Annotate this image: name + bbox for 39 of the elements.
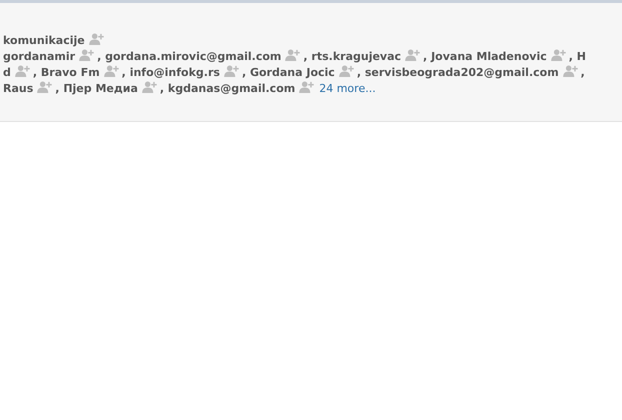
recipient-name: d xyxy=(3,66,11,79)
recipient-name: Bravo Fm xyxy=(40,66,100,79)
recipient-name: gordana.mirovic@gmail.com xyxy=(105,50,282,63)
comma-separator: , xyxy=(242,66,246,79)
recipient-name: gordanamir xyxy=(3,50,76,63)
add-contact-icon[interactable] xyxy=(142,81,158,93)
add-contact-icon[interactable] xyxy=(88,33,105,45)
comma-separator: , xyxy=(55,82,60,95)
add-contact-icon[interactable] xyxy=(285,49,302,61)
recipient-name: info@infokg.rs xyxy=(130,66,220,79)
add-contact-icon[interactable] xyxy=(224,65,240,77)
add-contact-icon[interactable] xyxy=(338,65,355,77)
recipient-name: komunikacije xyxy=(3,34,85,47)
comma-separator: , xyxy=(97,50,102,63)
comma-separator: , xyxy=(580,66,585,79)
add-contact-icon[interactable] xyxy=(550,49,567,61)
comma-separator: , xyxy=(32,66,38,79)
add-contact-icon[interactable] xyxy=(104,65,120,77)
recipient-name: Пјер Медиа xyxy=(63,82,138,95)
comma-separator: , xyxy=(568,50,573,63)
recipient-name: rts.kragujevac xyxy=(311,50,402,63)
recipient-name: Jovana Mladenovic xyxy=(431,50,547,63)
add-contact-icon[interactable] xyxy=(14,65,31,77)
recipient-name: kgdanas@gmail.com xyxy=(168,82,296,95)
comma-separator: , xyxy=(303,50,308,63)
more-recipients-link[interactable]: 24 more... xyxy=(319,82,376,95)
comma-separator: , xyxy=(423,50,428,63)
comma-separator: , xyxy=(356,66,362,79)
add-contact-icon[interactable] xyxy=(405,49,422,61)
recipient-name: Gordana Jocic xyxy=(250,66,335,79)
recipient-name: H xyxy=(576,50,586,63)
comma-separator: , xyxy=(122,66,126,79)
recipient-name: servisbeograda202@gmail.com xyxy=(364,66,559,79)
add-contact-icon[interactable] xyxy=(562,65,579,77)
comma-separator: , xyxy=(160,82,164,95)
recipient-name: Raus xyxy=(3,82,34,95)
add-contact-icon[interactable] xyxy=(299,81,316,93)
add-contact-icon[interactable] xyxy=(37,81,54,93)
add-contact-icon[interactable] xyxy=(79,49,96,61)
